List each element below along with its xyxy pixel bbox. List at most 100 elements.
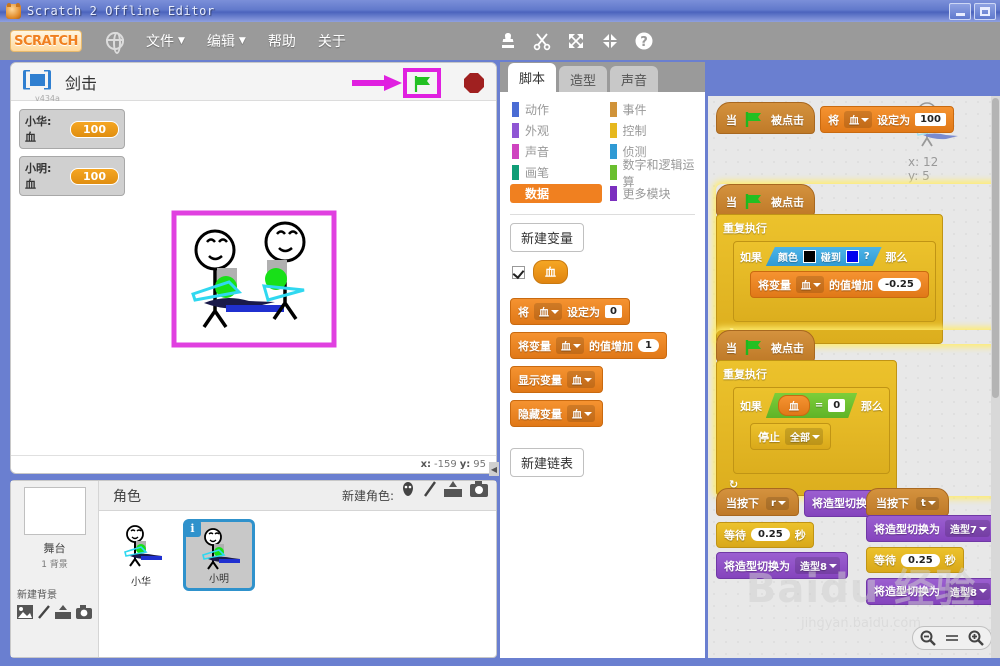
category-events[interactable]: 事件: [608, 100, 700, 119]
upload-icon[interactable]: [55, 605, 71, 619]
category-more-blocks[interactable]: 更多模块: [608, 184, 700, 203]
collapse-stage-arrow[interactable]: ◀: [489, 462, 499, 476]
zoom-in-icon[interactable]: [968, 630, 984, 646]
tab-costumes[interactable]: 造型: [559, 66, 607, 92]
palette-block-hide-variable[interactable]: 隐藏变量 血: [510, 400, 603, 427]
variable-reporter-block[interactable]: 血: [533, 260, 568, 284]
category-control[interactable]: 控制: [608, 121, 700, 140]
if-then-block[interactable]: 如果 颜色 碰到 ? 那么 将变量 血 的值增加 -0.25: [733, 241, 936, 322]
if-then-block[interactable]: 如果 血 = 0 那么 停止 全部: [733, 387, 891, 474]
category-sound[interactable]: 声音: [510, 142, 602, 161]
costume-dropdown[interactable]: 造型8: [795, 557, 840, 574]
category-looks[interactable]: 外观: [510, 121, 602, 140]
zoom-reset-icon[interactable]: [945, 633, 959, 643]
make-list-button[interactable]: 新建链表: [510, 448, 585, 477]
duration-input[interactable]: 0.25: [751, 528, 790, 541]
switch-costume-block[interactable]: 将造型切换为 造型8: [716, 552, 848, 579]
watcher-xiaohua[interactable]: 小华: 血 100: [19, 109, 125, 149]
help-icon[interactable]: ?: [634, 31, 654, 51]
script-when-flag-set-health[interactable]: 当 被点击 将 血 设定为 100: [716, 102, 954, 140]
category-operators[interactable]: 数字和逻辑运算: [608, 158, 700, 189]
color-touching-color-block[interactable]: 颜色 碰到 ?: [766, 247, 882, 266]
scripts-canvas[interactable]: x: 12 y: 5 当 被点击 将 血 设定为 100 当 被点击 重复执行 …: [708, 96, 1000, 658]
variable-dropdown[interactable]: 血: [534, 303, 562, 320]
value-input[interactable]: 1: [638, 339, 659, 352]
category-motion[interactable]: 动作: [510, 100, 602, 119]
picture-icon[interactable]: [17, 605, 33, 619]
change-variable-block[interactable]: 将变量 血 的值增加 -0.25: [750, 271, 929, 298]
green-flag-icon[interactable]: [414, 76, 432, 92]
palette-block-set-variable[interactable]: 将 血 设定为 0: [510, 298, 630, 325]
switch-costume-block[interactable]: 将造型切换为 造型7: [866, 515, 998, 542]
script-health-zero-stop[interactable]: 当 被点击 重复执行 如果 血 = 0 那么 停止 全部 ↻: [716, 330, 1000, 496]
scripts-scrollbar[interactable]: [991, 96, 1000, 658]
menu-edit[interactable]: 编辑 ▼: [207, 31, 246, 51]
when-green-flag-clicked-block[interactable]: 当 被点击: [716, 184, 815, 216]
library-icon[interactable]: [400, 481, 416, 497]
key-dropdown[interactable]: r: [766, 496, 789, 510]
switch-costume-block[interactable]: 将造型切换为 造型8: [866, 577, 998, 605]
when-key-pressed-block[interactable]: 当按下 t: [866, 488, 949, 516]
sprite-item-xiaoming[interactable]: i 小明: [183, 519, 255, 591]
script-key-t-attack[interactable]: 当按下 t 将造型切换为 造型7 等待 0.25 秒 将造型切换为 造型8: [866, 488, 1000, 612]
tab-scripts[interactable]: 脚本: [508, 63, 556, 92]
shrink-icon[interactable]: [600, 31, 620, 51]
stop-block[interactable]: 停止 全部: [750, 423, 831, 450]
make-variable-button[interactable]: 新建变量: [510, 223, 585, 252]
watcher-xiaoming[interactable]: 小明: 血 100: [19, 156, 125, 196]
script-color-touch-damage[interactable]: 当 被点击 重复执行 如果 颜色 碰到 ? 那么 将变量 血 的值增加 -0.2…: [716, 184, 1000, 344]
sprite-item-xiaohua[interactable]: 小华: [105, 519, 177, 591]
category-data[interactable]: 数据: [510, 184, 602, 203]
variable-checkbox[interactable]: [512, 265, 525, 279]
wait-block[interactable]: 等待 0.25 秒: [716, 521, 814, 548]
value-input[interactable]: -0.25: [878, 278, 921, 291]
stop-sign-icon[interactable]: [464, 73, 484, 93]
costume-dropdown[interactable]: 造型7: [945, 520, 990, 537]
camera-icon[interactable]: [470, 481, 488, 497]
category-pen[interactable]: 画笔: [510, 163, 602, 182]
scissors-icon[interactable]: [532, 31, 552, 51]
paint-icon[interactable]: [38, 605, 50, 619]
maximize-button[interactable]: [974, 3, 996, 20]
value-input[interactable]: 0: [828, 399, 845, 412]
stage-thumbnail[interactable]: [23, 487, 86, 535]
when-green-flag-clicked-block[interactable]: 当 被点击: [716, 330, 815, 362]
variable-reporter[interactable]: 血: [778, 395, 810, 416]
when-key-pressed-block[interactable]: 当按下 r: [716, 488, 799, 516]
minimize-button[interactable]: [949, 3, 971, 20]
tab-sounds[interactable]: 声音: [610, 66, 658, 92]
menu-help[interactable]: 帮助: [268, 31, 296, 51]
duration-input[interactable]: 0.25: [901, 553, 940, 567]
upload-icon[interactable]: [444, 481, 462, 497]
stage-selector[interactable]: 舞台 1 背景 新建背景: [11, 481, 99, 657]
forever-block[interactable]: 重复执行 如果 颜色 碰到 ? 那么 将变量 血 的值增加 -0.25: [716, 214, 943, 344]
camera-icon[interactable]: [76, 605, 92, 619]
stamp-icon[interactable]: [498, 31, 518, 51]
variable-dropdown[interactable]: 血: [556, 337, 584, 354]
variable-dropdown[interactable]: 血: [567, 405, 595, 422]
stop-option-dropdown[interactable]: 全部: [785, 428, 823, 445]
costume-dropdown[interactable]: 造型8: [945, 582, 990, 600]
palette-block-show-variable[interactable]: 显示变量 血: [510, 366, 603, 393]
zoom-out-icon[interactable]: [920, 630, 936, 646]
paint-icon[interactable]: [424, 481, 436, 497]
variable-dropdown[interactable]: 血: [844, 111, 873, 128]
key-dropdown[interactable]: t: [916, 496, 939, 510]
value-input[interactable]: 100: [915, 113, 946, 126]
forever-block[interactable]: 重复执行 如果 血 = 0 那么 停止 全部 ↻: [716, 360, 898, 496]
menu-file[interactable]: 文件 ▼: [146, 31, 185, 51]
color-swatch-1[interactable]: [803, 250, 816, 263]
scrollbar-thumb[interactable]: [992, 98, 999, 398]
globe-icon[interactable]: [106, 32, 124, 54]
palette-block-change-variable[interactable]: 将变量 血 的值增加 1: [510, 332, 667, 359]
wait-block[interactable]: 等待 0.25 秒: [866, 547, 964, 573]
menu-about[interactable]: 关于: [318, 31, 346, 51]
variable-dropdown[interactable]: 血: [796, 276, 824, 293]
grow-icon[interactable]: [566, 31, 586, 51]
value-input[interactable]: 0: [605, 305, 622, 318]
variable-dropdown[interactable]: 血: [567, 371, 595, 388]
when-green-flag-clicked-block[interactable]: 当 被点击: [716, 102, 815, 134]
color-swatch-2[interactable]: [846, 250, 859, 263]
equals-operator-block[interactable]: 血 = 0: [766, 393, 857, 418]
set-variable-block[interactable]: 将 血 设定为 100: [820, 106, 954, 133]
